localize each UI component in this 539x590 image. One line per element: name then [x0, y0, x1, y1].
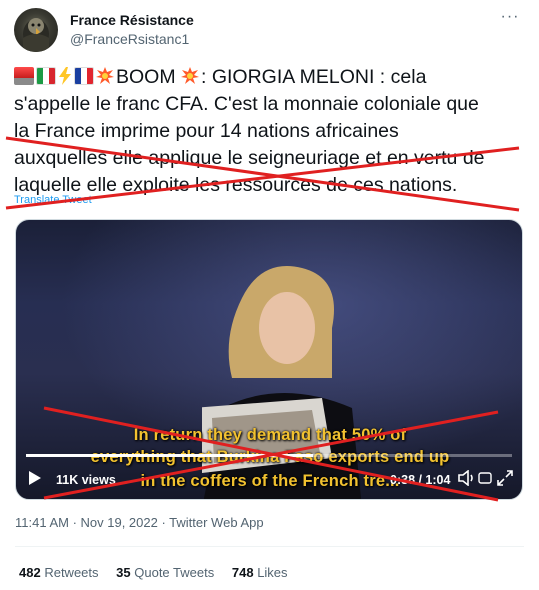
eagle-avatar-icon[interactable]	[14, 8, 58, 52]
collision-emoji	[181, 66, 200, 84]
quotes-label: Quote Tweets	[134, 565, 215, 580]
video-player[interactable]: In return they demand that 50% of everyt…	[15, 219, 523, 500]
tweet-text-line1b: : GIORGIA MELONI : cela	[201, 66, 427, 88]
lightning-emoji	[58, 66, 72, 85]
video-time: 0:38 / 1:04	[390, 473, 451, 487]
more-dots-icon[interactable]: ···	[499, 9, 521, 30]
author-handle[interactable]: @FranceRsistanc1	[70, 30, 194, 48]
tweet-text-line1: BOOM	[116, 66, 182, 88]
tweet-text-line3: la France imprime pour 14 nations africa…	[14, 120, 399, 142]
tweet-text: BOOM : GIORGIA MELONI : cela s'appelle l…	[14, 64, 529, 199]
divider	[15, 546, 524, 547]
france-flag-emoji	[74, 67, 94, 85]
author-names: France Résistance @FranceRsistanc1	[70, 11, 194, 48]
video-progress-bar[interactable]	[26, 454, 512, 457]
emoji-sequence	[14, 66, 116, 88]
collision-emoji	[96, 66, 114, 84]
volume-icon[interactable]	[458, 470, 476, 486]
tweet-header: France Résistance @FranceRsistanc1 ···	[14, 8, 525, 52]
tweet-text-line5: laquelle elle exploite les ressources de…	[14, 174, 458, 196]
tweet-card: France Résistance @FranceRsistanc1 ··· B…	[0, 0, 539, 590]
video-subtitle-2: everything that Burkina Faso exports end…	[90, 448, 450, 466]
likes-stat[interactable]: 748 Likes	[232, 565, 288, 580]
play-icon[interactable]	[28, 470, 42, 486]
author-display-name[interactable]: France Résistance	[70, 11, 194, 29]
tweet-timestamp[interactable]: 11:41 AM · Nov 19, 2022 · Twitter Web Ap…	[15, 515, 264, 530]
retweets-stat[interactable]: 482 Retweets	[19, 565, 99, 580]
retweets-count: 482	[19, 565, 41, 580]
tweet-text-line2: s'appelle le franc CFA. C'est la monnaie…	[14, 93, 479, 115]
likes-count: 748	[231, 565, 254, 580]
video-views: 11K views	[56, 473, 116, 487]
police-light-emoji	[14, 67, 34, 85]
quotes-count: 35	[116, 565, 131, 580]
translate-tweet-link[interactable]: Translate Tweet	[14, 194, 92, 206]
tweet-stats: 482 Retweets 35 Quote Tweets 748 Likes	[19, 565, 302, 580]
video-progress-fill	[26, 454, 313, 457]
fullscreen-icon[interactable]	[497, 470, 513, 486]
gif-icon[interactable]	[478, 472, 492, 484]
likes-label: Likes	[257, 565, 288, 580]
video-subtitle-1: In return they demand that 50% of	[133, 426, 407, 444]
italy-flag-emoji	[36, 67, 56, 85]
retweets-label: Retweets	[44, 565, 99, 580]
tweet-text-line4: auxquelles elle applique le seigneuriage…	[14, 147, 485, 169]
quotes-stat[interactable]: 35 Quote Tweets	[116, 565, 214, 580]
